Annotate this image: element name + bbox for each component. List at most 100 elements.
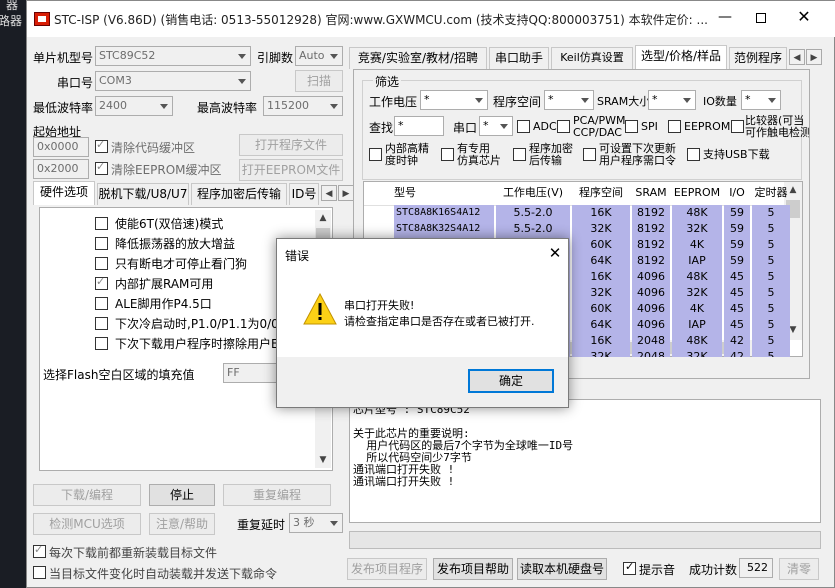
sim-chip-checkbox[interactable] xyxy=(441,148,454,161)
option-checkbox[interactable] xyxy=(95,317,108,330)
option-checkbox[interactable] xyxy=(95,275,108,290)
int-clock-checkbox[interactable] xyxy=(369,148,382,161)
voltage-select[interactable]: * xyxy=(420,90,488,110)
tab-serial-assistant[interactable]: 串口助手 xyxy=(489,47,549,69)
option-checkbox[interactable] xyxy=(95,297,108,310)
dialog-titlebar: 错误 ✕ xyxy=(277,239,568,271)
start-address-1[interactable]: 0x0000 xyxy=(33,137,89,157)
clear-eeprom-label: 清除EEPROM缓冲区 xyxy=(111,163,222,177)
open-eeprom-button[interactable]: 打开EEPROM文件 xyxy=(239,159,343,181)
download-program-button[interactable]: 下载/编程 xyxy=(33,484,141,506)
repeat-delay-select[interactable]: 3 秒 xyxy=(289,513,343,533)
close-window-button[interactable]: ✕ xyxy=(789,7,819,27)
comparator-checkbox[interactable] xyxy=(731,120,744,133)
dialog-title: 错误 xyxy=(285,249,310,263)
clear-eeprom-checkbox[interactable] xyxy=(95,160,108,175)
pin-count-label: 引脚数 xyxy=(257,51,294,65)
stop-button[interactable]: 停止 xyxy=(149,484,215,506)
fill-value-label: 选择Flash空白区域的填充值 xyxy=(43,368,195,382)
option-checkbox[interactable] xyxy=(95,337,108,350)
table-scroll-down-icon[interactable]: ▼ xyxy=(785,322,801,338)
option-checkbox[interactable] xyxy=(95,237,108,250)
start-address-2[interactable]: 0x2000 xyxy=(33,159,89,179)
dialog-ok-button[interactable]: 确定 xyxy=(468,369,554,393)
tab-keil-settings[interactable]: Keil仿真设置 xyxy=(551,47,633,69)
read-disk-button[interactable]: 读取本机硬盘号 xyxy=(517,558,607,580)
tab-competition[interactable]: 竞赛/实验室/教材/招聘 xyxy=(349,47,487,69)
pca-checkbox[interactable] xyxy=(557,120,570,133)
window-title: STC-ISP (V6.86D) (销售电话: 0513-55012928) 官… xyxy=(54,13,708,27)
tab-selection-price[interactable]: 选型/价格/样品 xyxy=(635,45,727,69)
options-scroll-down-icon[interactable]: ▼ xyxy=(315,452,331,468)
password-checkbox[interactable] xyxy=(583,148,596,161)
tab-encrypt-transfer[interactable]: 程序加密后传输 xyxy=(191,183,287,205)
table-scroll-up-icon[interactable]: ▲ xyxy=(785,182,801,198)
minimize-button[interactable]: — xyxy=(710,9,740,29)
filter-legend: 筛选 xyxy=(373,73,402,90)
clear-count-button[interactable]: 清零 xyxy=(779,558,819,580)
io-count-select[interactable]: * xyxy=(741,90,781,110)
table-vscrollbar[interactable]: ▲ ▼ xyxy=(784,182,802,340)
search-input[interactable]: * xyxy=(394,116,444,136)
encrypt-checkbox[interactable] xyxy=(513,148,526,161)
left-tab-prev-icon[interactable]: ◀ xyxy=(321,185,337,201)
beep-label: 提示音 xyxy=(639,563,676,577)
reload-checkbox[interactable] xyxy=(33,543,46,558)
success-count-label: 成功计数 xyxy=(689,563,738,577)
port-select[interactable]: COM3 xyxy=(95,71,251,91)
tab-offline-download[interactable]: 脱机下载/U8/U7 xyxy=(97,183,189,205)
success-count-field: 522 xyxy=(739,558,773,578)
right-tab-next-icon[interactable]: ▶ xyxy=(806,49,822,65)
right-tab-bar: 竞赛/实验室/教材/招聘 串口助手 Keil仿真设置 选型/价格/样品 范例程序… xyxy=(349,45,834,71)
left-tab-bar: 硬件选项 脱机下载/U8/U7 程序加密后传输 ID号 ◀ ▶ xyxy=(33,181,358,207)
warning-icon xyxy=(303,293,337,325)
tab-hardware-options[interactable]: 硬件选项 xyxy=(33,181,95,205)
io-count-label: IO数量 xyxy=(703,95,737,108)
mcu-type-select[interactable]: STC89C52 xyxy=(95,46,251,66)
option-checkbox[interactable] xyxy=(95,217,108,230)
max-baud-select[interactable]: 115200 xyxy=(263,96,343,116)
min-baud-label: 最低波特率 xyxy=(33,101,94,115)
spi-label: SPI xyxy=(641,120,658,133)
option-label: 使能6T(双倍速)模式 xyxy=(115,217,224,231)
spi-checkbox[interactable] xyxy=(625,120,638,133)
open-program-button[interactable]: 打开程序文件 xyxy=(239,134,343,156)
tab-id[interactable]: ID号 xyxy=(289,183,319,205)
detect-mcu-button[interactable]: 检测MCU选项 xyxy=(33,513,141,535)
clear-code-checkbox[interactable] xyxy=(95,138,108,153)
sim-chip-label: 有专用 仿真芯片 xyxy=(457,142,501,167)
reprogram-button[interactable]: 重复编程 xyxy=(223,484,331,506)
tab-examples[interactable]: 范例程序 xyxy=(729,47,787,69)
adc-label: ADC xyxy=(533,120,557,133)
auto-send-checkbox[interactable] xyxy=(33,566,46,579)
publish-help-button[interactable]: 发布项目帮助 xyxy=(433,558,513,580)
adc-checkbox[interactable] xyxy=(517,120,530,133)
min-baud-select[interactable]: 2400 xyxy=(95,96,173,116)
desktop-text-2: 路器 xyxy=(0,14,23,28)
serial-filter-select[interactable]: * xyxy=(479,116,513,136)
prog-space-select[interactable]: * xyxy=(544,90,594,110)
mcu-type-label: 单片机型号 xyxy=(33,51,94,65)
usb-download-checkbox[interactable] xyxy=(687,148,700,161)
left-tab-next-icon[interactable]: ▶ xyxy=(338,185,354,201)
usb-download-label: 支持USB下载 xyxy=(703,148,770,161)
pin-count-select[interactable]: Auto xyxy=(295,46,343,66)
progress-bar xyxy=(349,531,821,549)
eeprom-checkbox[interactable] xyxy=(668,120,681,133)
search-label: 查找 xyxy=(369,121,394,135)
option-checkbox[interactable] xyxy=(95,257,108,270)
scan-button[interactable]: 扫描 xyxy=(295,70,343,92)
sram-select[interactable]: * xyxy=(648,90,696,110)
table-scroll-right-icon[interactable]: ▶ xyxy=(766,340,782,356)
table-scroll-thumb[interactable] xyxy=(786,200,800,218)
maximize-button[interactable] xyxy=(747,9,777,29)
help-button[interactable]: 注意/帮助 xyxy=(149,513,215,535)
log-area[interactable]: 芯片型号 : STC89C52 关于此芯片的重要说明: 用户代码区的最后7个字节… xyxy=(349,399,821,523)
error-dialog: 错误 ✕ 串口打开失败! 请检查指定串口是否存在或者已被打开. 确定 xyxy=(276,238,569,408)
beep-checkbox[interactable]: ✓ xyxy=(623,560,636,575)
dialog-close-icon[interactable]: ✕ xyxy=(545,244,565,264)
publish-program-button[interactable]: 发布项目程序 xyxy=(347,558,427,580)
right-tab-prev-icon[interactable]: ◀ xyxy=(789,49,805,65)
desktop-edge: 器 路器 xyxy=(0,0,26,588)
repeat-delay-label: 重复延时 xyxy=(237,518,286,532)
